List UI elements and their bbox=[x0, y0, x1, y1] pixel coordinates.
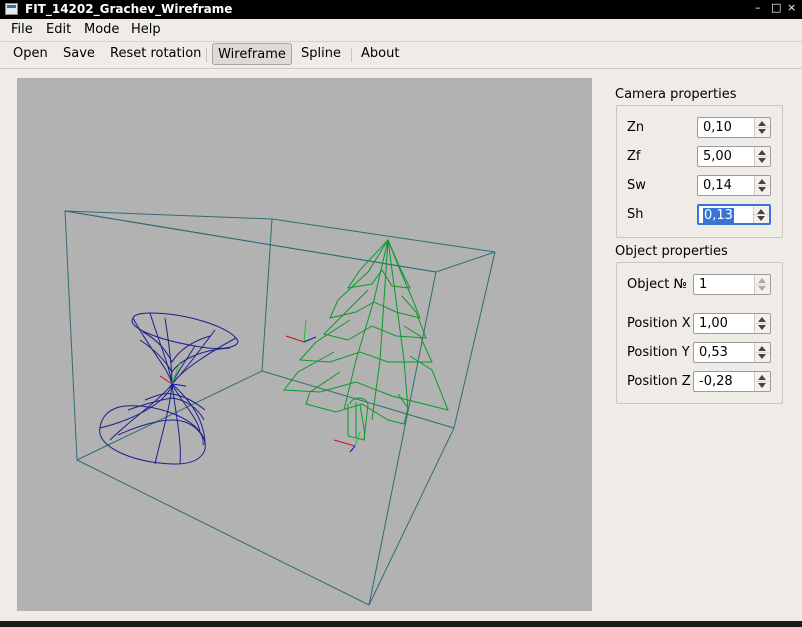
menu-help[interactable]: Help bbox=[131, 22, 161, 37]
wireframe-button[interactable]: Wireframe bbox=[212, 43, 292, 65]
zf-spinbox[interactable]: 5,00 bbox=[697, 146, 771, 167]
window-title: FIT_14202_Grachev_Wireframe bbox=[25, 2, 233, 16]
position-y-spinbox[interactable]: 0,53 bbox=[693, 342, 771, 363]
position-y-value[interactable]: 0,53 bbox=[699, 345, 728, 360]
position-y-stepper[interactable] bbox=[754, 343, 770, 362]
wireframe-viewport[interactable] bbox=[17, 78, 592, 611]
sh-value[interactable]: 0,13 bbox=[703, 208, 734, 223]
zf-stepper[interactable] bbox=[754, 147, 770, 166]
chevron-up-icon[interactable] bbox=[758, 150, 766, 155]
sw-stepper[interactable] bbox=[754, 176, 770, 195]
open-button[interactable]: Open bbox=[5, 43, 56, 65]
bounding-box-wireframe bbox=[64, 210, 496, 606]
chevron-up-icon[interactable] bbox=[758, 317, 766, 322]
chevron-down-icon[interactable] bbox=[758, 286, 766, 291]
maximize-icon[interactable]: □ bbox=[771, 1, 781, 14]
chevron-down-icon[interactable] bbox=[758, 354, 766, 359]
chevron-up-icon[interactable] bbox=[758, 121, 766, 126]
menu-file[interactable]: File bbox=[11, 22, 33, 37]
chevron-up-icon[interactable] bbox=[758, 179, 766, 184]
title-bar: FIT_14202_Grachev_Wireframe – □ × bbox=[0, 0, 802, 19]
sh-spinbox[interactable]: 0,13 bbox=[697, 204, 771, 225]
origin-axes bbox=[285, 319, 317, 343]
scene-canvas bbox=[64, 210, 496, 606]
position-z-stepper[interactable] bbox=[754, 372, 770, 391]
sw-value[interactable]: 0,14 bbox=[703, 178, 732, 193]
position-x-stepper[interactable] bbox=[754, 314, 770, 333]
toolbar: Open Save Reset rotation Wireframe Splin… bbox=[0, 42, 802, 69]
app-icon bbox=[5, 3, 18, 15]
close-icon[interactable]: × bbox=[787, 1, 796, 14]
hourglass-object bbox=[99, 312, 239, 465]
chevron-down-icon[interactable] bbox=[758, 383, 766, 388]
chevron-up-icon[interactable] bbox=[758, 346, 766, 351]
chevron-down-icon[interactable] bbox=[758, 158, 766, 163]
sh-label: Sh bbox=[627, 207, 644, 222]
object-properties-title: Object properties bbox=[615, 244, 728, 259]
zn-spinbox[interactable]: 0,10 bbox=[697, 117, 771, 138]
minimize-icon[interactable]: – bbox=[755, 1, 761, 14]
position-z-label: Position Z bbox=[627, 374, 691, 389]
sh-stepper[interactable] bbox=[753, 206, 769, 223]
spline-button[interactable]: Spline bbox=[293, 43, 349, 65]
object-number-spinbox[interactable]: 1 bbox=[693, 274, 771, 295]
sw-spinbox[interactable]: 0,14 bbox=[697, 175, 771, 196]
chevron-down-icon[interactable] bbox=[758, 325, 766, 330]
zf-value[interactable]: 5,00 bbox=[703, 149, 732, 164]
menu-mode[interactable]: Mode bbox=[84, 22, 119, 37]
chevron-up-icon[interactable] bbox=[758, 278, 766, 283]
position-z-value[interactable]: -0,28 bbox=[699, 374, 733, 389]
zn-label: Zn bbox=[627, 120, 645, 135]
menu-bar: File Edit Mode Help bbox=[0, 19, 802, 42]
zn-stepper[interactable] bbox=[754, 118, 770, 137]
reset-rotation-button[interactable]: Reset rotation bbox=[102, 43, 209, 65]
chevron-down-icon[interactable] bbox=[757, 216, 765, 221]
object-number-label: Object № bbox=[627, 277, 687, 292]
object-number-value[interactable]: 1 bbox=[699, 277, 707, 292]
position-z-spinbox[interactable]: -0,28 bbox=[693, 371, 771, 392]
toolbar-separator bbox=[206, 48, 207, 62]
zn-value[interactable]: 0,10 bbox=[703, 120, 732, 135]
menu-edit[interactable]: Edit bbox=[46, 22, 71, 37]
object-number-stepper[interactable] bbox=[754, 275, 770, 294]
position-y-label: Position Y bbox=[627, 345, 690, 360]
camera-properties-title: Camera properties bbox=[615, 87, 737, 102]
position-x-value[interactable]: 1,00 bbox=[699, 316, 728, 331]
about-button[interactable]: About bbox=[353, 43, 407, 65]
position-x-spinbox[interactable]: 1,00 bbox=[693, 313, 771, 334]
chevron-up-icon[interactable] bbox=[758, 375, 766, 380]
chevron-down-icon[interactable] bbox=[758, 129, 766, 134]
toolbar-separator bbox=[351, 48, 352, 62]
sw-label: Sw bbox=[627, 178, 646, 193]
window-bottom-border bbox=[0, 621, 802, 627]
position-x-label: Position X bbox=[627, 316, 691, 331]
chevron-down-icon[interactable] bbox=[758, 187, 766, 192]
zf-label: Zf bbox=[627, 149, 641, 164]
save-button[interactable]: Save bbox=[55, 43, 103, 65]
